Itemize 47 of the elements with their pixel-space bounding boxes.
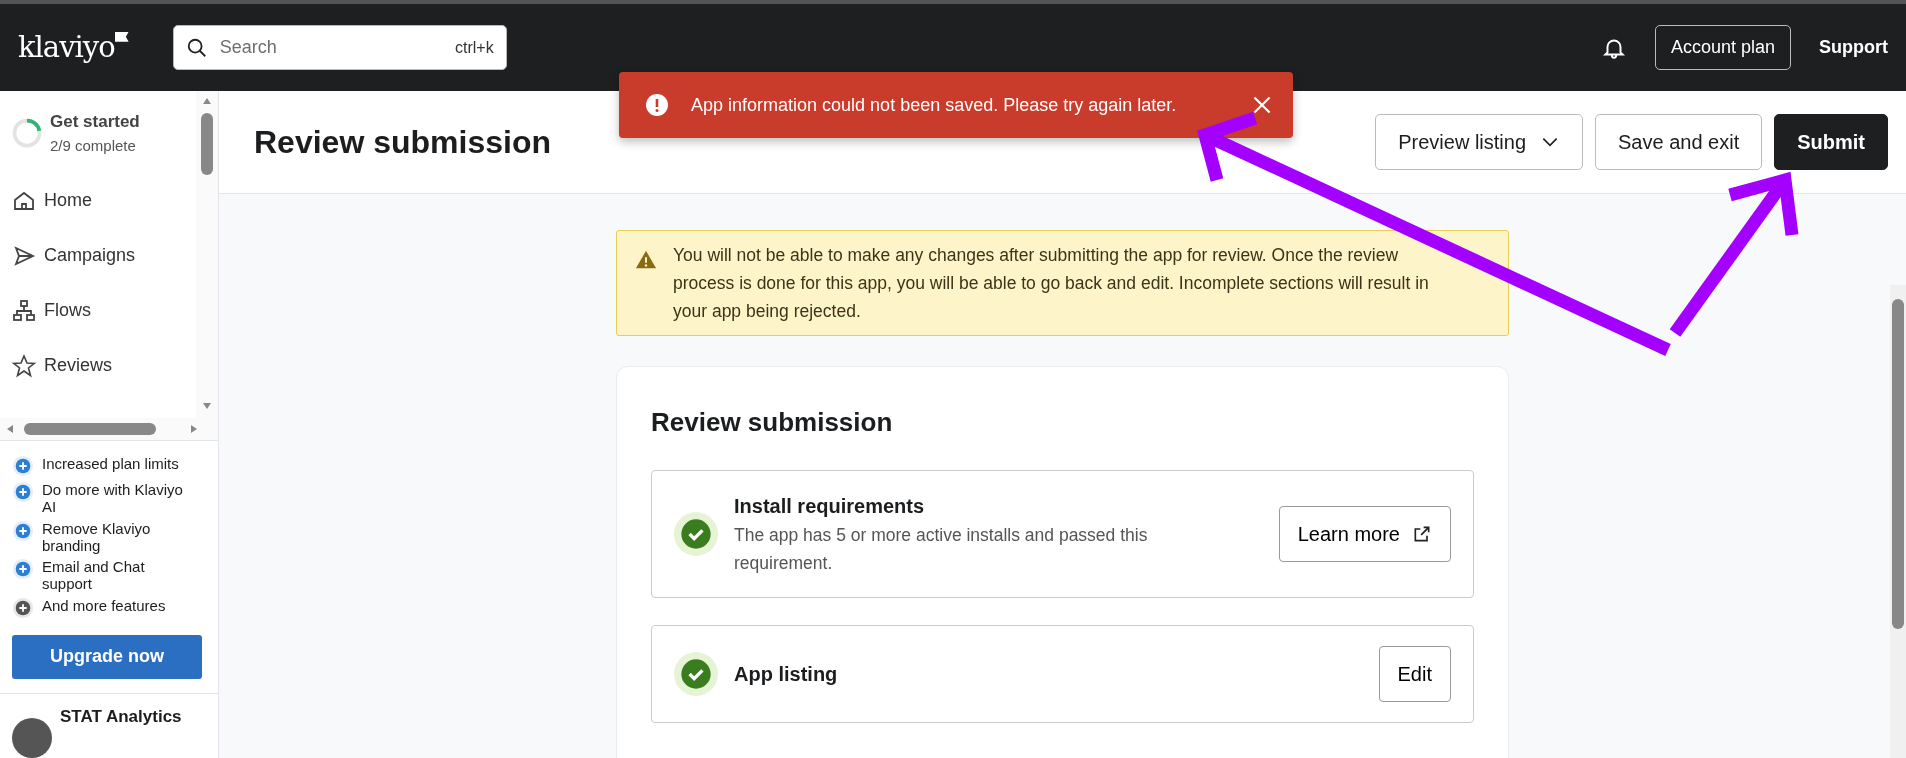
account-name[interactable]: STAT Analytics: [60, 703, 182, 729]
scrollbar-thumb[interactable]: [201, 113, 213, 175]
submit-button[interactable]: Submit: [1774, 114, 1888, 170]
star-icon: [12, 353, 36, 378]
nav-item[interactable]: Reviews: [12, 338, 196, 393]
nav-item[interactable]: Home: [12, 173, 196, 228]
avatar-circle: [12, 717, 52, 758]
paper-plane-icon: [12, 243, 36, 268]
toast-message: App information could not been saved. Please try again later.: [691, 93, 1177, 117]
logo: klaviyo: [18, 25, 129, 70]
warning-icon: [635, 249, 657, 271]
learn-more-button[interactable]: Learn more: [1278, 506, 1451, 562]
plus-icon: [12, 558, 34, 580]
plus-icon: [12, 519, 34, 542]
requirement-description: The app has 5 or more active installs and passed this requirement.: [734, 524, 1149, 575]
upgrade-button[interactable]: Upgrade now: [12, 634, 202, 679]
scrollbar-thumb[interactable]: [24, 423, 156, 435]
scrollbar-thumb[interactable]: [1892, 299, 1904, 629]
hierarchy-icon: [12, 298, 36, 323]
external-link-icon: [1412, 524, 1432, 544]
shortcut-hint: ctrl+k: [454, 37, 494, 58]
search-icon: [185, 36, 208, 59]
nav-item[interactable]: Campaigns: [12, 228, 196, 283]
exclamation-icon: [645, 93, 669, 117]
feature-text: Increased plan limits: [42, 455, 180, 473]
preview-dropdown[interactable]: Preview listing: [1375, 114, 1583, 170]
nav-item[interactable]: Flows: [12, 283, 196, 338]
support-link[interactable]: Support: [1819, 34, 1888, 61]
requirement-title: App listing: [734, 662, 838, 687]
plus-icon: [12, 455, 34, 477]
feature-text: Remove Klaviyo branding: [42, 519, 152, 554]
feature-text: Email and Chat support: [42, 558, 146, 593]
feature-text: Do more with Klaviyo AI: [42, 481, 184, 516]
get-started-title[interactable]: Get started: [50, 109, 140, 135]
warning-text: You will not be able to make any changes after submitting the app for review. Once the review process is done for this app, you will be able to go back and edit. Incomplete sections will result in your app being rejected.: [673, 244, 1430, 323]
progress-ring: [12, 118, 42, 148]
plus-icon: [12, 596, 34, 619]
plus-icon: [12, 481, 34, 503]
account-plan-button[interactable]: Account plan: [1654, 25, 1791, 70]
card-title: Review submission: [651, 406, 894, 439]
edit-button[interactable]: Edit: [1378, 646, 1451, 702]
search-field[interactable]: Search ctrl+k: [172, 25, 507, 70]
feature-text: And more features: [42, 596, 167, 614]
action-button[interactable]: Save and exit: [1595, 114, 1763, 170]
requirement-title: Install requirements: [734, 494, 926, 519]
progress-text: 2/9 complete: [50, 135, 137, 156]
page-title: Review submission: [254, 122, 551, 162]
